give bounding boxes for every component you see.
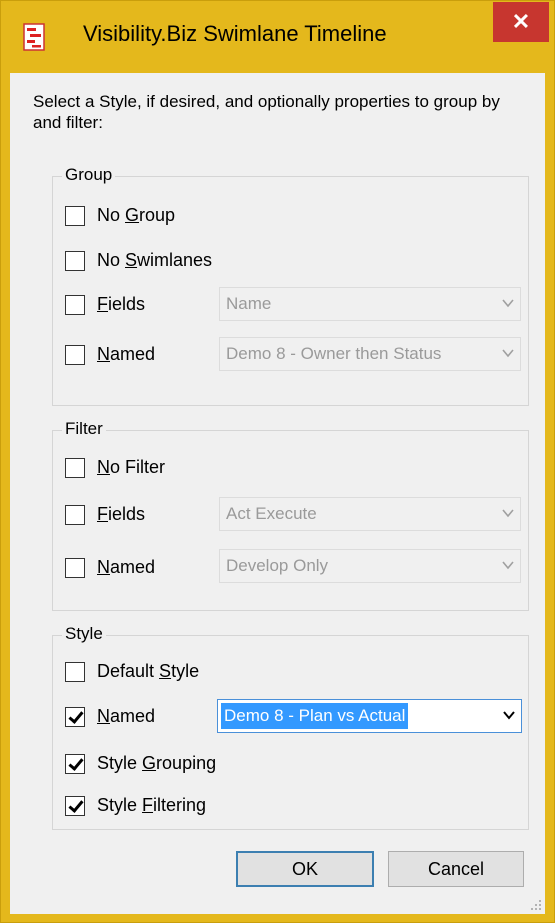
style-named-label: Named [97, 706, 156, 726]
chevron-down-icon [502, 299, 514, 308]
no-group-label: No Group [97, 205, 176, 225]
filter-box: Filter No Filter Fields Act Execute Name… [52, 419, 529, 611]
filter-fields-select[interactable]: Act Execute [219, 497, 521, 531]
close-button[interactable]: ✕ [493, 2, 549, 42]
intro-text: Select a Style, if desired, and optional… [33, 92, 500, 132]
title-bar[interactable]: Visibility.Biz Swimlane Timeline ✕ [1, 1, 554, 73]
style-legend: Style [62, 624, 106, 644]
dialog-body: Select a Style, if desired, and optional… [10, 73, 545, 914]
group-box: Group No Group No Swimlanes Fields Name … [52, 165, 529, 406]
group-fields-checkbox[interactable] [65, 295, 85, 315]
group-legend: Group [62, 165, 116, 185]
style-grouping-checkbox[interactable] [65, 754, 85, 774]
filter-named-label: Named [97, 557, 156, 577]
group-fields-value: Name [226, 294, 272, 313]
style-filtering-checkbox[interactable] [65, 796, 85, 816]
close-icon: ✕ [511, 9, 531, 34]
chevron-down-icon [502, 509, 514, 518]
dialog-window: Visibility.Biz Swimlane Timeline ✕ Selec… [0, 0, 555, 923]
style-named-value: Demo 8 - Plan vs Actual [221, 703, 409, 729]
group-fields-label: Fields [97, 294, 146, 314]
chevron-down-icon [502, 349, 514, 358]
style-named-select[interactable]: Demo 8 - Plan vs Actual [217, 699, 522, 733]
ok-button[interactable]: OK [236, 851, 374, 887]
app-icon [23, 23, 45, 51]
filter-named-value: Develop Only [226, 556, 329, 575]
filter-named-select[interactable]: Develop Only [219, 549, 521, 583]
group-fields-select[interactable]: Name [219, 287, 521, 321]
default-style-checkbox[interactable] [65, 662, 85, 682]
filter-legend: Filter [62, 419, 106, 439]
filter-fields-label: Fields [97, 504, 146, 524]
window-title: Visibility.Biz Swimlane Timeline [83, 21, 387, 46]
filter-named-checkbox[interactable] [65, 558, 85, 578]
filter-fields-checkbox[interactable] [65, 505, 85, 525]
no-swimlanes-checkbox[interactable] [65, 251, 85, 271]
resize-grip-icon[interactable] [530, 899, 542, 911]
style-box: Style Default Style Named Demo 8 - Plan … [52, 624, 529, 830]
default-style-label: Default Style [97, 661, 200, 681]
chevron-down-icon [503, 711, 515, 720]
cancel-button[interactable]: Cancel [388, 851, 524, 887]
chevron-down-icon [502, 561, 514, 570]
no-swimlanes-label: No Swimlanes [97, 250, 213, 270]
no-group-checkbox[interactable] [65, 206, 85, 226]
filter-fields-value: Act Execute [226, 504, 317, 523]
no-filter-checkbox[interactable] [65, 458, 85, 478]
group-named-label: Named [97, 344, 156, 364]
no-filter-label: No Filter [97, 457, 166, 477]
group-named-checkbox[interactable] [65, 345, 85, 365]
style-filtering-label: Style Filtering [97, 795, 207, 815]
style-grouping-label: Style Grouping [97, 753, 217, 773]
group-named-value: Demo 8 - Owner then Status [226, 344, 442, 363]
style-named-checkbox[interactable] [65, 707, 85, 727]
group-named-select[interactable]: Demo 8 - Owner then Status [219, 337, 521, 371]
